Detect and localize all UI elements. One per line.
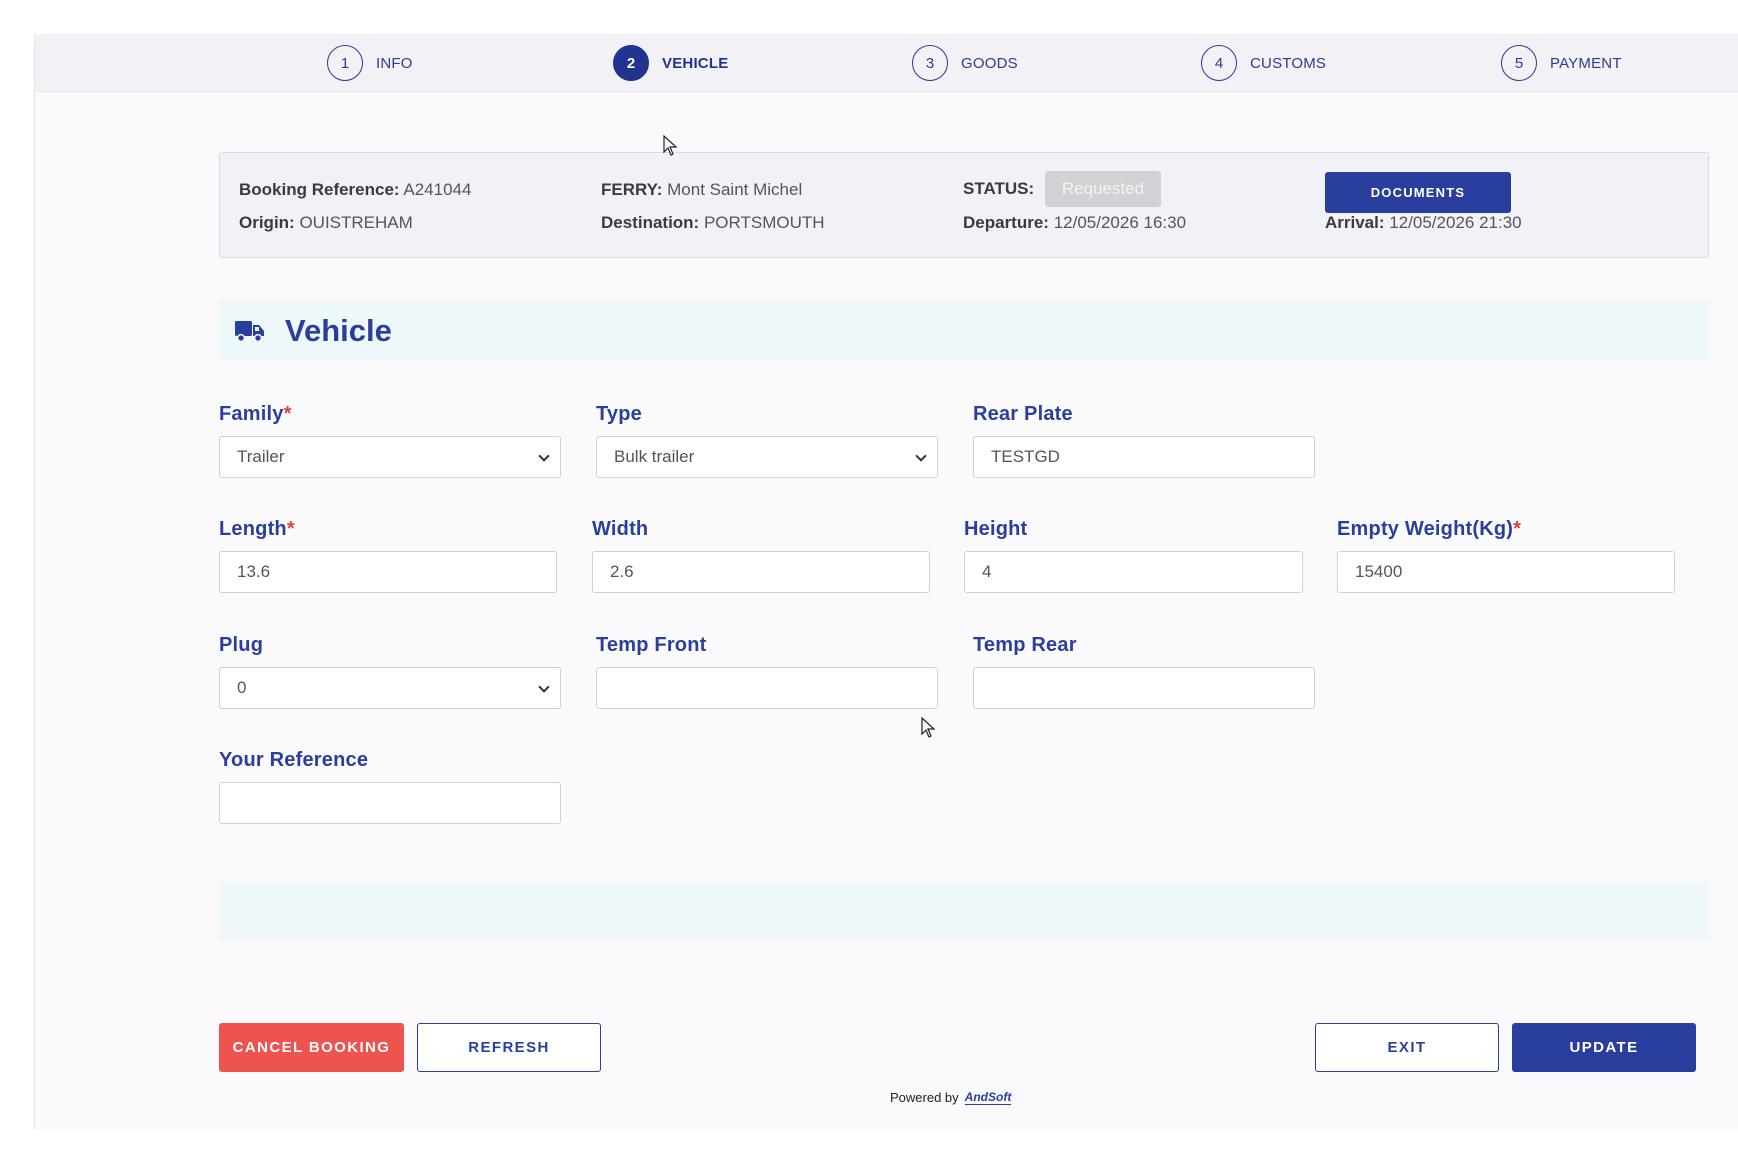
step-label: PAYMENT bbox=[1550, 54, 1622, 72]
empty-weight-label: Empty Weight(Kg)* bbox=[1337, 518, 1522, 540]
exit-button[interactable]: EXIT bbox=[1315, 1023, 1499, 1072]
step-number: 3 bbox=[912, 45, 948, 81]
powered-by-text: Powered by bbox=[890, 1090, 959, 1105]
empty-weight-field[interactable]: 15400 bbox=[1337, 551, 1675, 593]
your-reference-label: Your Reference bbox=[219, 749, 369, 771]
app-frame: 1 INFO 2 VEHICLE 3 GOODS 4 CUSTOMS 5 PAY… bbox=[34, 34, 1738, 1130]
step-vehicle[interactable]: 2 VEHICLE bbox=[613, 45, 728, 81]
step-customs[interactable]: 4 CUSTOMS bbox=[1201, 45, 1326, 81]
temp-rear-label: Temp Rear bbox=[973, 634, 1077, 656]
temp-front-label: Temp Front bbox=[596, 634, 707, 656]
height-label: Height bbox=[964, 518, 1028, 540]
step-info[interactable]: 1 INFO bbox=[327, 45, 413, 81]
destination: Destination: PORTSMOUTH bbox=[601, 213, 825, 232]
width-label: Width bbox=[592, 518, 649, 540]
step-payment[interactable]: 5 PAYMENT bbox=[1501, 45, 1622, 81]
origin: Origin: OUISTREHAM bbox=[239, 213, 413, 232]
rear-plate-field[interactable]: TESTGD bbox=[973, 436, 1315, 478]
length-label: Length* bbox=[219, 518, 295, 540]
type-select[interactable]: Bulk trailer bbox=[596, 436, 938, 478]
documents-button[interactable]: DOCUMENTS bbox=[1325, 172, 1511, 213]
step-number: 1 bbox=[327, 45, 363, 81]
temp-rear-field[interactable] bbox=[973, 667, 1315, 709]
mouse-cursor-icon bbox=[663, 135, 678, 156]
update-button[interactable]: UPDATE bbox=[1512, 1023, 1696, 1072]
plug-label: Plug bbox=[219, 634, 264, 656]
family-label: Family* bbox=[219, 403, 292, 425]
plug-select[interactable]: 0 bbox=[219, 667, 561, 709]
height-field[interactable]: 4 bbox=[964, 551, 1303, 593]
booking-stepper: 1 INFO 2 VEHICLE 3 GOODS 4 CUSTOMS 5 PAY… bbox=[35, 34, 1738, 92]
ferry: FERRY: Mont Saint Michel bbox=[601, 180, 803, 199]
length-field[interactable]: 13.6 bbox=[219, 551, 557, 593]
temp-front-field[interactable] bbox=[596, 667, 938, 709]
booking-reference: Booking Reference: A241044 bbox=[239, 180, 472, 199]
vehicle-section-header: Vehicle bbox=[219, 300, 1709, 361]
truck-icon bbox=[235, 320, 264, 342]
status-badge: Requested bbox=[1044, 171, 1162, 207]
step-label: GOODS bbox=[961, 54, 1018, 72]
rear-plate-label: Rear Plate bbox=[973, 403, 1073, 425]
family-select[interactable]: Trailer bbox=[219, 436, 561, 478]
refresh-button[interactable]: REFRESH bbox=[417, 1023, 601, 1072]
chevron-down-icon bbox=[538, 450, 550, 462]
step-number: 4 bbox=[1201, 45, 1237, 81]
chevron-down-icon bbox=[915, 450, 927, 462]
chevron-down-icon bbox=[538, 681, 550, 693]
step-goods[interactable]: 3 GOODS bbox=[912, 45, 1018, 81]
step-number: 2 bbox=[613, 45, 649, 81]
arrival: Arrival: 12/05/2026 21:30 bbox=[1325, 213, 1522, 232]
section-footer-band bbox=[219, 882, 1709, 940]
step-label: VEHICLE bbox=[662, 54, 729, 72]
departure: Departure: 12/05/2026 16:30 bbox=[963, 213, 1187, 232]
step-label: CUSTOMS bbox=[1250, 54, 1327, 72]
andsoft-logo: AndSoft bbox=[964, 1090, 1012, 1105]
powered-by: Powered by AndSoft bbox=[890, 1090, 1012, 1105]
mouse-cursor-icon bbox=[921, 717, 936, 738]
step-number: 5 bbox=[1501, 45, 1537, 81]
step-label: INFO bbox=[376, 54, 413, 72]
width-field[interactable]: 2.6 bbox=[592, 551, 930, 593]
cancel-booking-button[interactable]: CANCEL BOOKING bbox=[219, 1023, 404, 1072]
status: STATUS: Requested bbox=[963, 171, 1162, 207]
section-title: Vehicle bbox=[285, 312, 392, 348]
type-label: Type bbox=[596, 403, 642, 425]
your-reference-field[interactable] bbox=[219, 782, 561, 824]
booking-summary: Booking Reference: A241044 Origin: OUIST… bbox=[219, 152, 1709, 258]
